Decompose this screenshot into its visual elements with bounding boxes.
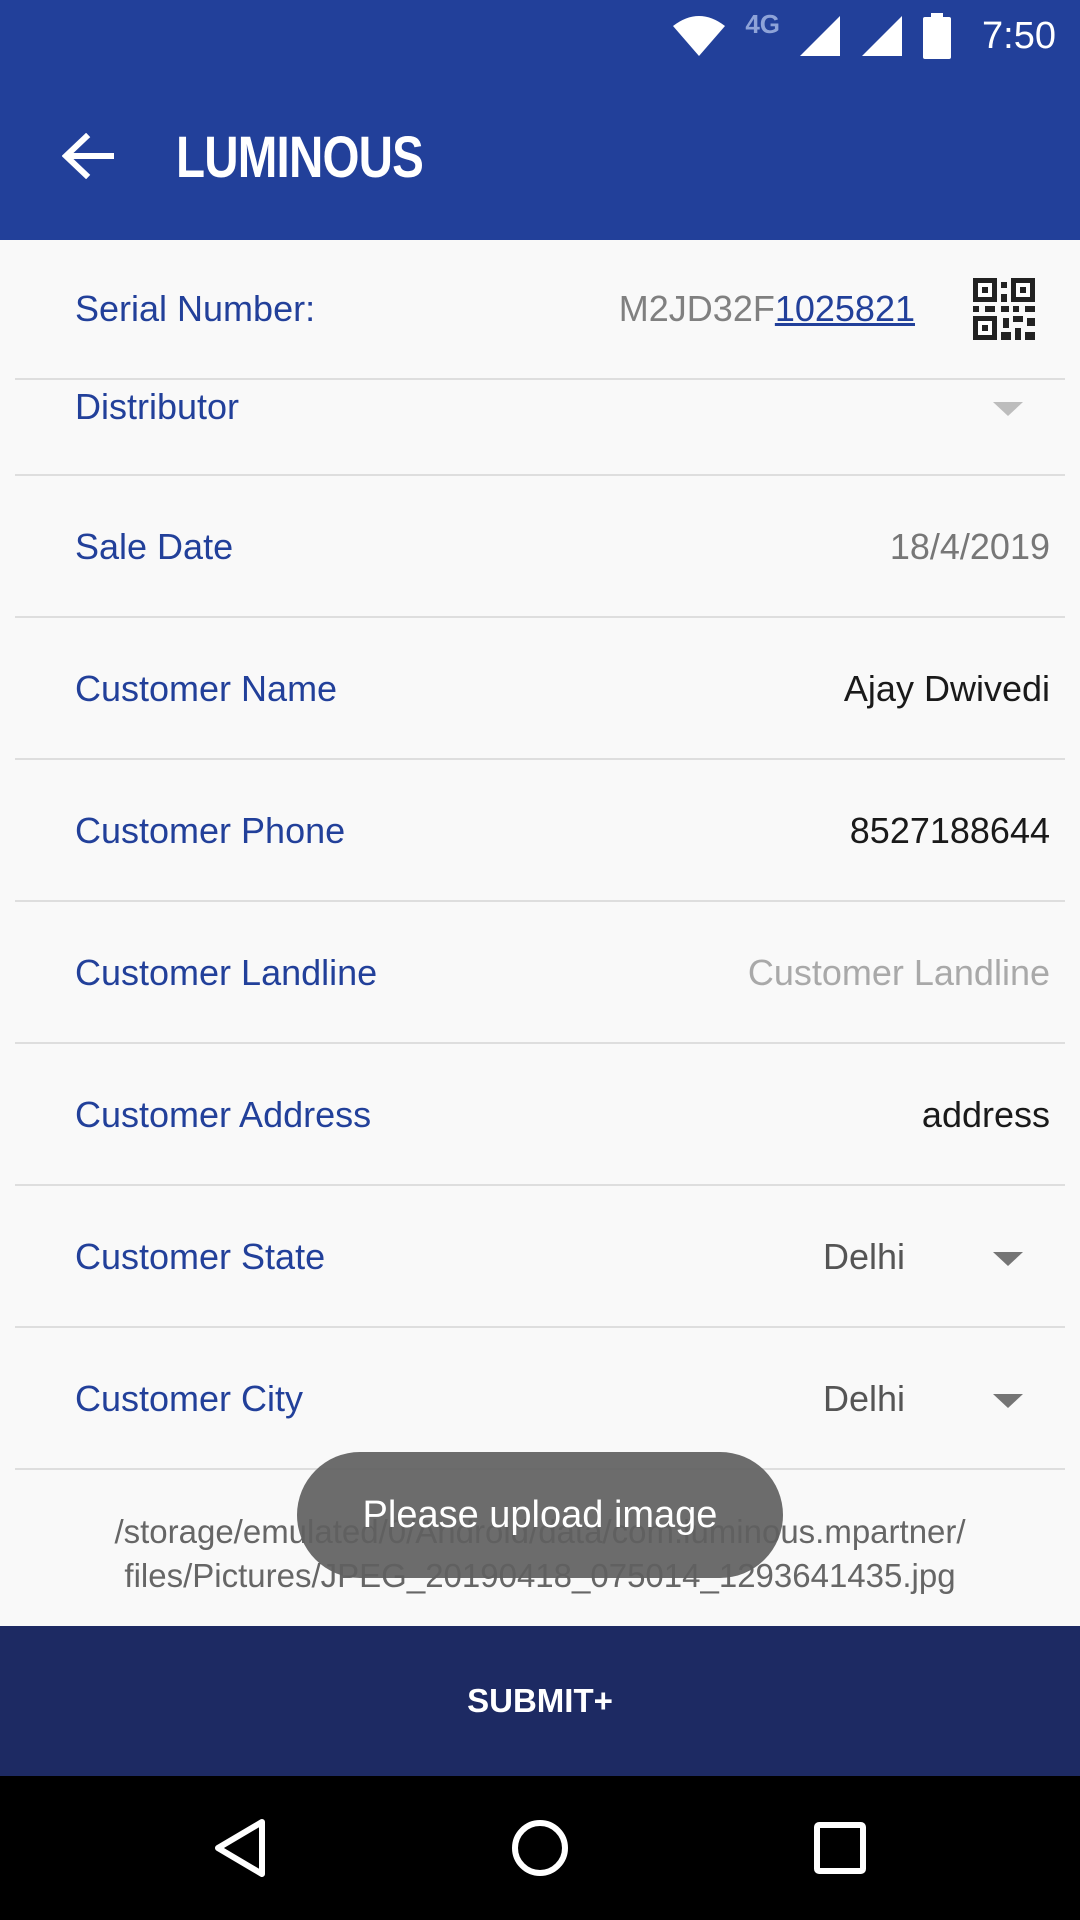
serial-number-link[interactable]: 1025821 (775, 288, 915, 329)
sale-date-label: Sale Date (75, 526, 234, 567)
sale-date-row[interactable]: Sale Date 18/4/2019 (15, 476, 1065, 618)
arrow-left-icon (62, 133, 114, 179)
submit-button[interactable]: SUBMIT+ (0, 1626, 1080, 1776)
customer-city-row[interactable]: Customer City Delhi (15, 1328, 1065, 1470)
brand-logo: LUMINOUS (176, 125, 424, 190)
customer-address-field[interactable]: address (922, 1094, 1050, 1136)
distributor-label: Distributor (75, 386, 240, 427)
square-recents-icon (814, 1822, 866, 1874)
customer-state-label: Customer State (75, 1236, 326, 1277)
serial-number-prefix: M2JD32F (618, 288, 775, 329)
serial-number-row: Serial Number: M2JD32F1025821 (15, 240, 1065, 380)
customer-landline-row: Customer Landline Customer Landline (15, 902, 1065, 1044)
customer-address-label: Customer Address (75, 1094, 372, 1135)
warranty-form: Serial Number: M2JD32F1025821 Distributo… (0, 240, 1080, 1626)
triangle-back-icon (215, 1819, 265, 1877)
wifi-icon (673, 16, 726, 56)
customer-phone-field[interactable]: 8527188644 (850, 810, 1050, 852)
status-bar: 4G 7:50 (0, 0, 1080, 72)
customer-address-row: Customer Address address (15, 1044, 1065, 1186)
app-bar: LUMINOUS (0, 72, 1080, 240)
customer-state-row[interactable]: Customer State Delhi (15, 1186, 1065, 1328)
battery-icon (923, 13, 952, 59)
customer-name-label: Customer Name (75, 668, 338, 709)
customer-phone-row: Customer Phone 8527188644 (15, 760, 1065, 902)
customer-city-label: Customer City (75, 1378, 304, 1419)
chevron-down-icon (993, 1252, 1023, 1266)
nav-recents-button[interactable] (800, 1808, 880, 1888)
circle-home-icon (512, 1820, 568, 1876)
chevron-down-icon (993, 1394, 1023, 1408)
customer-city-select[interactable]: Delhi (823, 1378, 905, 1420)
status-icons: 4G 7:50 (671, 0, 1056, 72)
system-nav-bar (0, 1776, 1080, 1920)
customer-phone-label: Customer Phone (75, 810, 346, 851)
submit-label: SUBMIT+ (467, 1682, 613, 1719)
customer-landline-label: Customer Landline (75, 952, 378, 993)
customer-name-field[interactable]: Ajay Dwivedi (844, 668, 1050, 710)
distributor-row[interactable]: Distributor (15, 380, 1065, 476)
qr-code-scan-icon[interactable] (973, 278, 1035, 340)
chevron-down-icon (993, 402, 1023, 416)
clock-time: 7:50 (982, 14, 1056, 57)
toast-message: Please upload image (297, 1452, 783, 1578)
serial-number-label: Serial Number: (75, 288, 316, 329)
customer-state-select[interactable]: Delhi (823, 1236, 905, 1278)
nav-home-button[interactable] (500, 1808, 580, 1888)
serial-number-value: M2JD32F1025821 (619, 288, 915, 330)
back-button[interactable] (48, 116, 128, 196)
nav-back-button[interactable] (200, 1808, 280, 1888)
sale-date-value[interactable]: 18/4/2019 (890, 526, 1050, 568)
signal-icon-2 (862, 16, 903, 56)
signal-icon (800, 16, 841, 56)
customer-landline-field[interactable]: Customer Landline (748, 952, 1050, 994)
customer-name-row: Customer Name Ajay Dwivedi (15, 618, 1065, 760)
network-type-label: 4G (745, 8, 781, 39)
